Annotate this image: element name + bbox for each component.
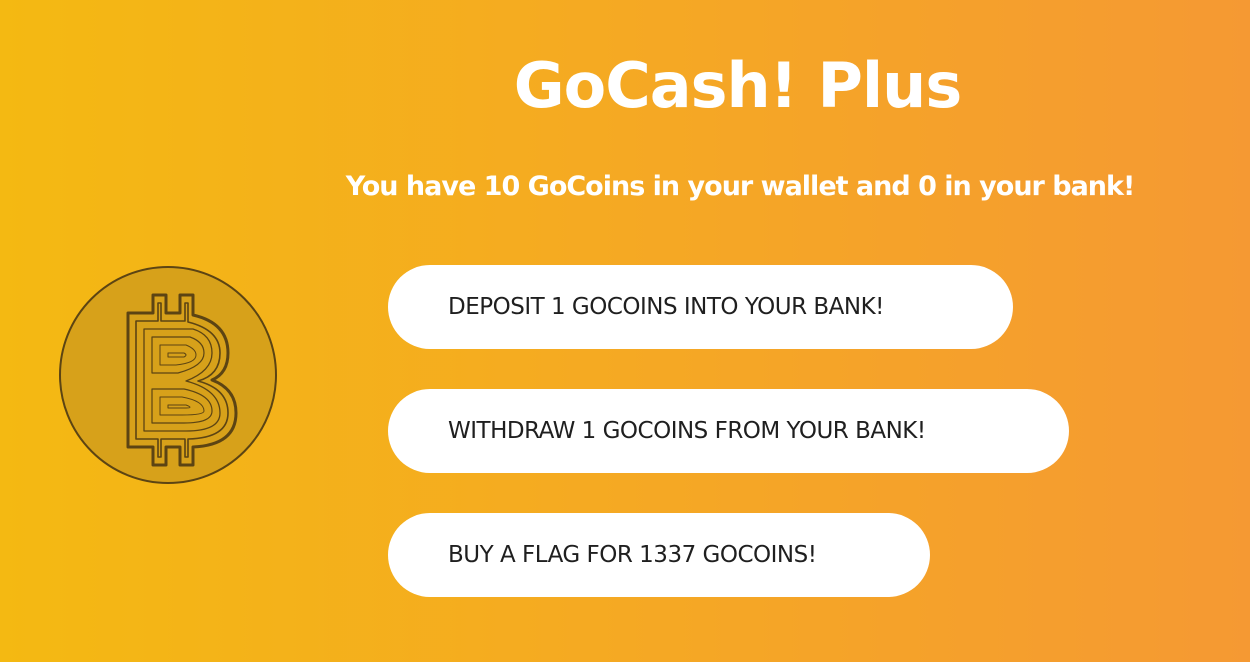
page-title: GoCash! Plus xyxy=(513,49,962,122)
bitcoin-coin-icon xyxy=(58,265,278,485)
buy-flag-button[interactable]: BUY A FLAG FOR 1337 GOCOINS! xyxy=(388,513,930,597)
withdraw-button[interactable]: WITHDRAW 1 GOCOINS FROM YOUR BANK! xyxy=(388,389,1069,473)
balance-status: You have 10 GoCoins in your wallet and 0… xyxy=(345,171,1136,202)
deposit-button[interactable]: DEPOSIT 1 GOCOINS INTO YOUR BANK! xyxy=(388,265,1013,349)
